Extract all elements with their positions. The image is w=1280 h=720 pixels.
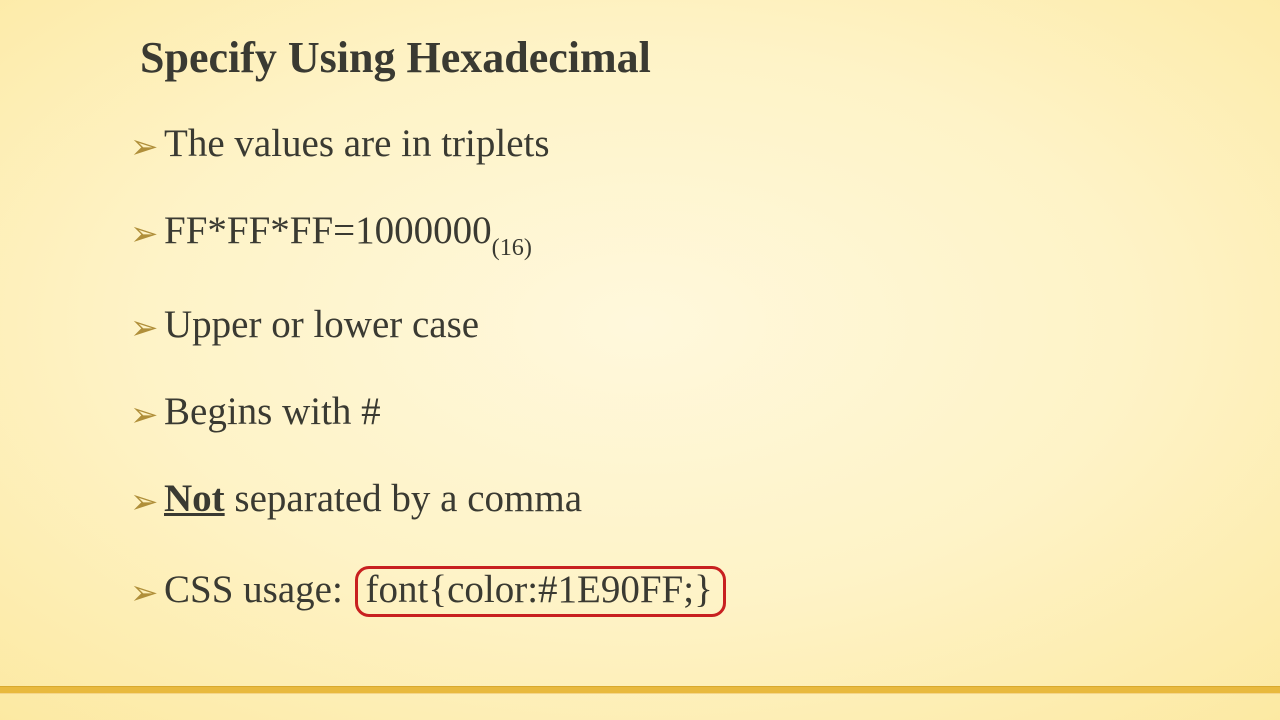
bullet-text: CSS usage: font{color:#1E90FF;}	[164, 566, 1200, 617]
code-box: font{color:#1E90FF;}	[355, 566, 726, 617]
footer-divider	[0, 686, 1280, 694]
bullet-text: Upper or lower case	[164, 305, 1200, 344]
chevron-right-icon: ➢	[130, 131, 164, 165]
emphasis-not: Not	[164, 477, 225, 520]
css-usage-label: CSS usage:	[164, 568, 353, 611]
slide-body: ➢ The values are in triplets ➢ FF*FF*FF=…	[130, 124, 1200, 617]
bullet-row-2: ➢ FF*FF*FF=1000000(16)	[130, 211, 1200, 257]
slide: Specify Using Hexadecimal ➢ The values a…	[0, 0, 1280, 720]
bullet-text: Not separated by a comma	[164, 479, 1200, 518]
bullet-text: FF*FF*FF=1000000(16)	[164, 211, 1200, 257]
bullet-text-rest: separated by a comma	[225, 477, 582, 520]
subscript-base: (16)	[492, 234, 532, 261]
chevron-right-icon: ➢	[130, 218, 164, 252]
chevron-right-icon: ➢	[130, 486, 164, 520]
bullet-text-main: FF*FF*FF=1000000	[164, 209, 492, 252]
bullet-row-5: ➢ Not separated by a comma	[130, 479, 1200, 518]
chevron-right-icon: ➢	[130, 399, 164, 433]
bullet-row-4: ➢ Begins with #	[130, 392, 1200, 431]
slide-title: Specify Using Hexadecimal	[140, 32, 651, 83]
chevron-right-icon: ➢	[130, 577, 164, 611]
bullet-row-3: ➢ Upper or lower case	[130, 305, 1200, 344]
bullet-row-6: ➢ CSS usage: font{color:#1E90FF;}	[130, 566, 1200, 617]
bullet-row-1: ➢ The values are in triplets	[130, 124, 1200, 163]
bullet-text: Begins with #	[164, 392, 1200, 431]
bullet-text: The values are in triplets	[164, 124, 1200, 163]
chevron-right-icon: ➢	[130, 312, 164, 346]
